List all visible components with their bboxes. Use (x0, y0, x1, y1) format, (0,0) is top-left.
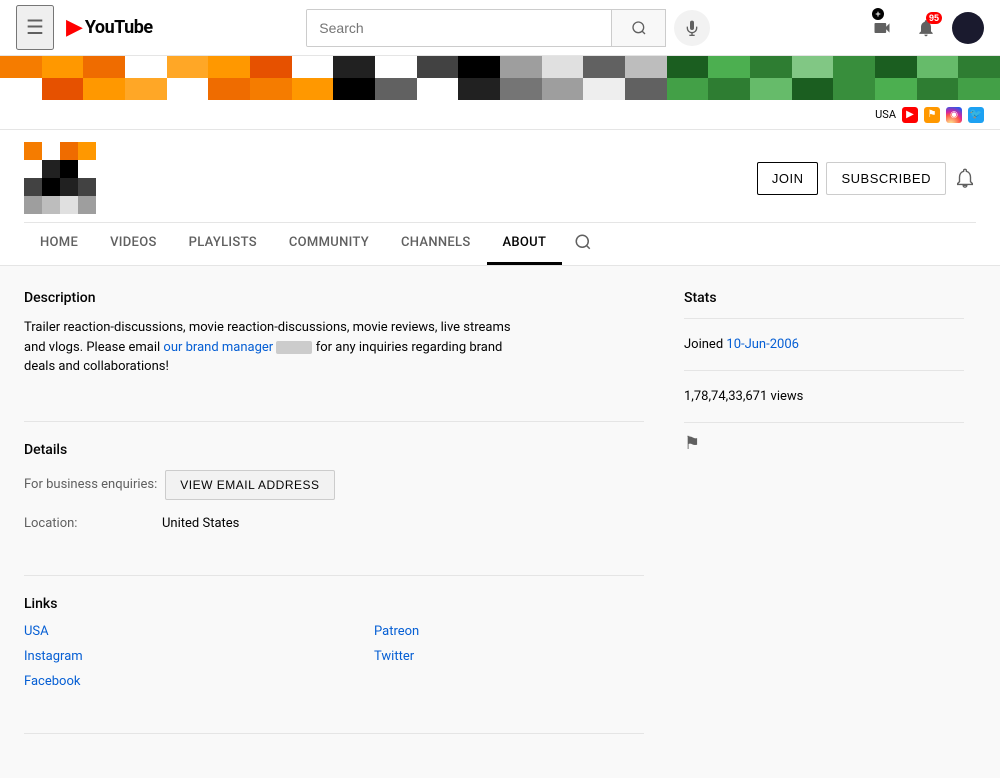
tab-search-button[interactable] (566, 225, 600, 264)
banner-gray-section (500, 56, 667, 100)
mic-icon (684, 20, 700, 36)
create-badge: + (872, 8, 884, 20)
stats-section: Stats Joined 10-Jun-2006 1,78,74,33,671 … (684, 290, 964, 754)
joined-date[interactable]: 10-Jun-2006 (726, 337, 799, 352)
views-stat: 1,78,74,33,671 views (684, 381, 964, 412)
link-patreon[interactable]: Patreon (374, 624, 644, 639)
joined-prefix: Joined (684, 337, 726, 352)
tab-videos[interactable]: VIDEOS (94, 223, 173, 265)
youtube-logo-text: YouTube (85, 17, 153, 38)
link-facebook[interactable]: Facebook (24, 674, 294, 689)
banner-dark-section (333, 56, 500, 100)
bell-button[interactable] (954, 167, 976, 189)
links-title: Links (24, 596, 644, 612)
stats-divider-2 (684, 370, 964, 371)
stats-divider-1 (684, 318, 964, 319)
notification-count: 95 (926, 12, 942, 24)
banner-green-section (667, 56, 1000, 100)
youtube-social-icon[interactable]: ▶ (902, 107, 918, 123)
channel-actions: JOIN SUBSCRIBED (757, 162, 976, 195)
nav-left: ☰ ▶ YouTube (16, 5, 153, 50)
divider-2 (24, 575, 644, 576)
divider-3 (24, 733, 644, 734)
instagram-social-icon[interactable]: ◉ (946, 107, 962, 123)
avatar-mosaic (24, 142, 96, 214)
channel-banner (0, 56, 1000, 100)
search-icon-tabs (574, 233, 592, 251)
nav-right: + 95 (864, 10, 984, 46)
youtube-logo[interactable]: ▶ YouTube (66, 15, 153, 40)
page-content: Description Trailer reaction-discussions… (0, 266, 1000, 778)
flag-social-icon[interactable]: ⚑ (924, 107, 940, 123)
location-label: Location: (24, 516, 154, 531)
business-label: For business enquiries: (24, 477, 157, 492)
create-icon (872, 18, 892, 38)
search-icon (631, 20, 647, 36)
social-links-bar: USA ▶ ⚑ ◉ 🐦 (0, 100, 1000, 130)
search-button[interactable] (611, 10, 665, 46)
link-usa[interactable]: USA (24, 624, 294, 639)
details-title: Details (24, 442, 644, 458)
channel-info: JOIN SUBSCRIBED (24, 130, 976, 222)
tab-channels[interactable]: CHANNELS (385, 223, 487, 265)
details-block: Details For business enquiries: VIEW EMA… (24, 442, 644, 555)
subscribe-button[interactable]: SUBSCRIBED (826, 162, 946, 195)
tab-community[interactable]: COMMUNITY (273, 223, 385, 265)
hamburger-menu-button[interactable]: ☰ (16, 5, 54, 50)
join-button[interactable]: JOIN (757, 162, 819, 195)
tab-about[interactable]: ABOUT (487, 223, 563, 265)
nav-center (153, 9, 864, 47)
details-grid: For business enquiries: VIEW EMAIL ADDRE… (24, 470, 644, 531)
stats-divider-3 (684, 422, 964, 423)
tab-playlists[interactable]: PLAYLISTS (173, 223, 273, 265)
country-label: USA (875, 108, 896, 121)
bell-outline-icon (954, 167, 976, 189)
location-row: Location: United States (24, 516, 644, 531)
joined-stat: Joined 10-Jun-2006 (684, 329, 964, 360)
links-grid: USA Patreon Instagram Twitter Facebook (24, 624, 644, 689)
description-block: Description Trailer reaction-discussions… (24, 290, 644, 401)
description-text: Trailer reaction-discussions, movie reac… (24, 318, 524, 377)
twitter-social-icon[interactable]: 🐦 (968, 107, 984, 123)
notifications-button[interactable]: 95 (908, 10, 944, 46)
brand-manager-link[interactable]: our brand manager (163, 340, 273, 355)
divider-1 (24, 421, 644, 422)
channel-tabs: HOME VIDEOS PLAYLISTS COMMUNITY CHANNELS… (24, 222, 976, 265)
business-enquiries-row: For business enquiries: VIEW EMAIL ADDRE… (24, 470, 644, 500)
redacted-text (276, 341, 312, 354)
about-section: Description Trailer reaction-discussions… (24, 290, 644, 754)
links-block: Links USA Patreon Instagram Twitter Face… (24, 596, 644, 713)
top-navigation: ☰ ▶ YouTube (0, 0, 1000, 56)
tab-home[interactable]: HOME (24, 223, 94, 265)
user-avatar-button[interactable] (952, 12, 984, 44)
search-bar (306, 9, 666, 47)
description-title: Description (24, 290, 644, 306)
channel-header: JOIN SUBSCRIBED HOME VIDEOS PLAYLISTS CO… (0, 130, 1000, 266)
location-value: United States (162, 516, 239, 531)
channel-avatar (24, 142, 96, 214)
create-video-button[interactable]: + (864, 10, 900, 46)
view-email-button[interactable]: VIEW EMAIL ADDRESS (165, 470, 334, 500)
voice-search-button[interactable] (674, 10, 710, 46)
youtube-logo-icon: ▶ (66, 15, 83, 40)
flag-icon[interactable]: ⚑ (684, 433, 964, 454)
link-twitter[interactable]: Twitter (374, 649, 644, 664)
stats-title: Stats (684, 290, 964, 306)
search-input[interactable] (307, 10, 611, 46)
link-instagram[interactable]: Instagram (24, 649, 294, 664)
banner-orange-section (0, 56, 333, 100)
